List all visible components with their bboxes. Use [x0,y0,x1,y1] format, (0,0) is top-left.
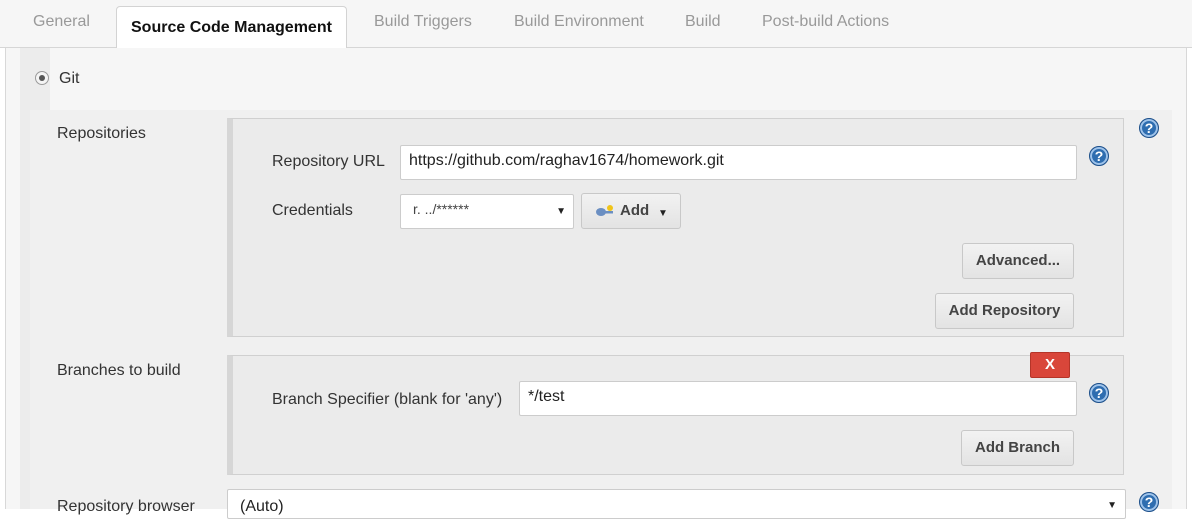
tab-build-environment[interactable]: Build Environment [514,13,644,31]
delete-branch-button[interactable]: X [1030,352,1070,378]
tab-source-code-management[interactable]: Source Code Management [116,6,347,49]
add-credentials-label: Add [620,202,650,219]
add-branch-button[interactable]: Add Branch [961,430,1074,466]
tab-build-triggers[interactable]: Build Triggers [374,13,472,31]
browser-caret-down-icon: ▼ [1107,500,1117,511]
repository-url-label: Repository URL [272,153,385,170]
repository-url-input[interactable]: https://github.com/raghav1674/homework.g… [400,145,1077,180]
branches-to-build-label: Branches to build [57,362,181,379]
repository-browser-label: Repository browser [57,498,195,515]
key-icon [596,205,613,216]
caret-down-icon: ▼ [556,206,566,217]
credentials-label: Credentials [272,202,353,219]
tab-bar: General Source Code Management Build Tri… [0,0,1192,49]
repository-url-help-icon[interactable]: ? [1089,146,1109,166]
repository-browser-help-icon[interactable]: ? [1139,492,1159,512]
git-radio-dot [39,75,45,81]
git-radio[interactable] [35,71,49,85]
repositories-help-icon[interactable]: ? [1139,118,1159,138]
add-caret-down-icon: ▼ [658,208,668,219]
add-credentials-button[interactable]: Add ▼ [581,193,681,229]
git-option-label: Git [59,70,80,87]
credentials-value: r. ../****** [413,201,470,217]
branch-specifier-label: Branch Specifier (blank for 'any') [272,391,503,408]
advanced-button[interactable]: Advanced... [962,243,1074,279]
credentials-select[interactable]: r. ../****** ▼ [400,194,574,229]
tab-post-build-actions[interactable]: Post-build Actions [762,13,889,31]
add-repository-button[interactable]: Add Repository [935,293,1074,329]
repository-browser-select[interactable]: (Auto) ▼ [227,489,1126,519]
branch-specifier-input[interactable]: */test [519,381,1077,416]
repository-browser-value: (Auto) [240,498,284,515]
tab-general[interactable]: General [33,13,90,31]
branch-specifier-help-icon[interactable]: ? [1089,383,1109,403]
repositories-label: Repositories [57,125,146,142]
tab-build[interactable]: Build [685,13,721,31]
